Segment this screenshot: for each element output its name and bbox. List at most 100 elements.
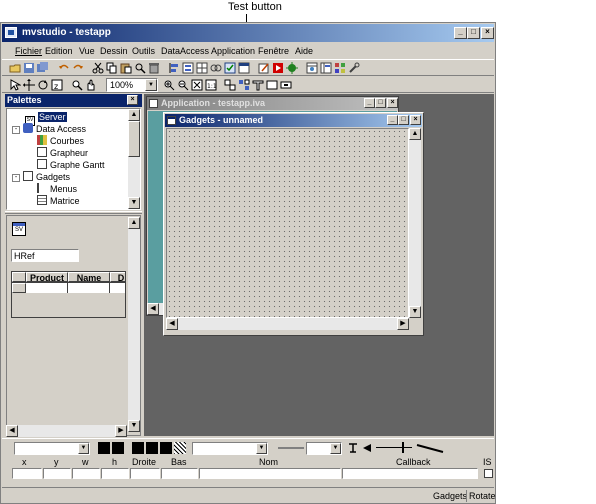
scroll-down-icon[interactable]: ▼ xyxy=(409,306,421,318)
tree-item-gadgets[interactable]: Gadgets xyxy=(23,171,70,183)
pattern-hatch-icon[interactable] xyxy=(174,442,186,454)
bg-color-swatch[interactable] xyxy=(112,442,124,454)
menu-fenetre[interactable]: Fenêtre xyxy=(258,46,289,56)
slider-track[interactable] xyxy=(376,447,412,448)
menu-aide[interactable]: Aide xyxy=(295,46,313,56)
redo-icon[interactable] xyxy=(72,62,84,74)
gadgets-close[interactable]: × xyxy=(410,115,421,125)
zoom-region-icon[interactable] xyxy=(71,79,83,91)
back-icon[interactable] xyxy=(266,79,278,91)
fg-color-swatch[interactable] xyxy=(98,442,110,454)
line-width-dropdown-arrow[interactable]: ▼ xyxy=(330,443,341,454)
tree-item-courbes[interactable]: Courbes xyxy=(37,135,84,147)
matrix-header-cell[interactable]: D xyxy=(110,272,125,283)
ungroup-icon[interactable] xyxy=(238,79,250,91)
test-button-icon[interactable] xyxy=(224,62,236,74)
gadgets-minimize[interactable]: _ xyxy=(387,115,398,125)
actual-size-icon[interactable]: 1:1 xyxy=(205,79,217,91)
line-width-select[interactable]: ▼ xyxy=(306,442,342,455)
select-arrow-icon[interactable] xyxy=(9,79,21,91)
matrix-header-cell[interactable]: Name xyxy=(68,272,110,283)
run-icon[interactable] xyxy=(272,62,284,74)
href-field[interactable]: HRef xyxy=(11,249,79,262)
gadgets-canvas[interactable] xyxy=(166,128,409,318)
paste-icon[interactable] xyxy=(120,62,132,74)
w-field[interactable] xyxy=(72,468,100,479)
align-icon[interactable] xyxy=(168,62,180,74)
expander-icon[interactable]: - xyxy=(12,126,20,134)
y-field[interactable] xyxy=(43,468,71,479)
tree-item-menus[interactable]: Menus xyxy=(37,183,77,195)
scale-icon[interactable]: z xyxy=(51,79,63,91)
menu-fichier[interactable]: Fichier xyxy=(15,46,42,56)
save-all-icon[interactable] xyxy=(37,62,49,74)
is-checkbox[interactable] xyxy=(484,469,493,478)
tree-item-server[interactable]: SV Server xyxy=(25,111,67,126)
palettes-close-button[interactable]: × xyxy=(127,95,138,105)
scroll-down-icon[interactable]: ▼ xyxy=(128,420,140,432)
layer-icon[interactable] xyxy=(280,79,292,91)
app-window-maximize[interactable]: □ xyxy=(375,98,386,108)
scroll-down-icon[interactable]: ▼ xyxy=(128,197,140,209)
pattern-dropdown-arrow[interactable]: ▼ xyxy=(256,443,267,454)
h-field[interactable] xyxy=(101,468,129,479)
matrix-table[interactable]: Product Name D xyxy=(11,271,126,318)
menu-outils[interactable]: Outils xyxy=(132,46,155,56)
preview-vscrollbar[interactable]: ▲ ▼ xyxy=(128,217,140,432)
matrix-cell[interactable] xyxy=(110,283,125,293)
scroll-up-icon[interactable]: ▲ xyxy=(128,109,140,121)
menu-dessin[interactable]: Dessin xyxy=(100,46,128,56)
scroll-thumb[interactable] xyxy=(128,121,140,157)
gadgets-window[interactable]: Gadgets - unnamed _ □ × ▲ ▼ ◀ ▶ xyxy=(163,112,424,336)
tree-item-data-access[interactable]: Data Access xyxy=(23,123,86,135)
maximize-button[interactable]: □ xyxy=(467,27,480,39)
close-button[interactable]: × xyxy=(481,27,494,39)
matrix-cell[interactable] xyxy=(26,283,68,293)
droite-field[interactable] xyxy=(130,468,160,479)
scroll-left-icon[interactable]: ◀ xyxy=(166,318,178,330)
slider-handle[interactable] xyxy=(402,442,404,453)
save-icon[interactable] xyxy=(23,62,35,74)
app-window-minimize[interactable]: _ xyxy=(364,98,375,108)
open-folder-icon[interactable] xyxy=(9,62,21,74)
scroll-left-icon[interactable]: ◀ xyxy=(6,425,18,437)
pattern-select[interactable]: ▼ xyxy=(192,442,268,455)
matrix-header-cell[interactable]: Product xyxy=(26,272,68,283)
gadgets-hscrollbar[interactable]: ◀ ▶ xyxy=(166,318,409,330)
gadgets-vscrollbar[interactable]: ▲ ▼ xyxy=(409,128,421,318)
bas-field[interactable] xyxy=(161,468,198,479)
form-icon[interactable] xyxy=(182,62,194,74)
menu-edition[interactable]: Edition xyxy=(45,46,73,56)
matrix-row[interactable] xyxy=(12,283,125,293)
scroll-up-icon[interactable]: ▲ xyxy=(128,217,140,229)
font-dropdown-arrow[interactable]: ▼ xyxy=(78,443,89,454)
pattern-fill-swatch[interactable] xyxy=(160,442,172,454)
tree-item-grapheur[interactable]: Grapheur xyxy=(37,147,88,159)
window-icon[interactable] xyxy=(238,62,250,74)
palettes-hscrollbar[interactable]: ◀ ▶ xyxy=(6,425,127,437)
rotate-icon[interactable] xyxy=(37,79,49,91)
palettes-tree[interactable]: SV Server - Data Access Courbes Grapheur … xyxy=(6,108,141,210)
matrix-cell[interactable] xyxy=(68,283,110,293)
scroll-right-icon[interactable]: ▶ xyxy=(115,425,127,437)
tree-item-matrice[interactable]: Matrice xyxy=(37,195,80,207)
zoom-dropdown-arrow[interactable]: ▼ xyxy=(145,79,157,91)
menu-dataaccess[interactable]: DataAccess xyxy=(161,46,209,56)
edit-icon[interactable] xyxy=(258,62,270,74)
splitter[interactable] xyxy=(5,211,142,214)
delete-icon[interactable] xyxy=(148,62,160,74)
menu-application[interactable]: Application xyxy=(211,46,255,56)
minimize-button[interactable]: _ xyxy=(454,27,467,39)
callback-field[interactable] xyxy=(342,468,478,479)
front-icon[interactable] xyxy=(252,79,264,91)
menu-vue[interactable]: Vue xyxy=(79,46,95,56)
browser-icon[interactable] xyxy=(306,62,318,74)
undo-icon[interactable] xyxy=(58,62,70,74)
fit-icon[interactable] xyxy=(191,79,203,91)
find-icon[interactable] xyxy=(134,62,146,74)
copy-icon[interactable] xyxy=(106,62,118,74)
zoom-select[interactable]: 100% ▼ xyxy=(106,78,158,92)
app-window-close[interactable]: × xyxy=(387,98,398,108)
debug-icon[interactable] xyxy=(286,62,298,74)
grid-icon[interactable] xyxy=(196,62,208,74)
